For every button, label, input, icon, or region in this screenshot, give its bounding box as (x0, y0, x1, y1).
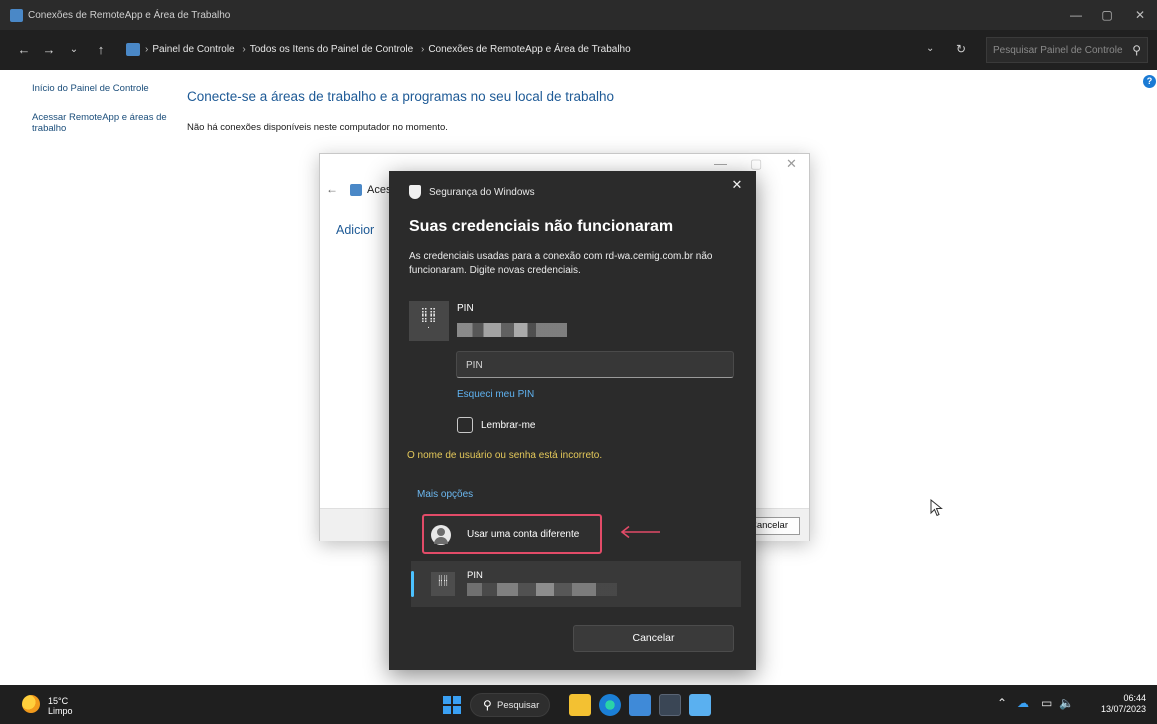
pin-keypad-icon: ⠿⠿ ⠿⠿ (431, 572, 455, 596)
pin-credential-tile: ⠿⠿ ⠿⠿ · (409, 301, 449, 341)
weather-condition: Limpo (48, 706, 73, 716)
windows-security-dialog: Segurança do Windows ✕ Suas credenciais … (389, 171, 756, 670)
search-input[interactable]: Pesquisar Painel de Controle ⚲ (986, 37, 1148, 63)
taskbar-search-button[interactable]: ⚲ Pesquisar (470, 693, 550, 717)
dialog-app-title: Segurança do Windows (429, 187, 535, 198)
sidebar-link-access-remoteapp[interactable]: Acessar RemoteApp e áreas de trabalho (32, 112, 172, 134)
error-message: O nome de usuário ou senha está incorret… (407, 450, 603, 461)
address-dropdown-chevron-icon[interactable]: ⌄ (926, 43, 934, 54)
weather-moon-icon[interactable] (22, 695, 40, 713)
up-arrow-icon[interactable]: ↑ (93, 42, 109, 58)
terminal-icon[interactable] (659, 694, 681, 716)
back-arrow-icon[interactable]: ← (16, 42, 32, 58)
search-placeholder: Pesquisar Painel de Controle (993, 45, 1123, 56)
recent-locations-chevron-icon[interactable]: ⌄ (66, 42, 82, 58)
sidebar-link-home[interactable]: Início do Painel de Controle (32, 83, 172, 94)
no-connections-text: Não há conexões disponíveis neste comput… (187, 122, 448, 133)
mouse-cursor-icon (930, 499, 943, 517)
redacted-username (457, 323, 567, 337)
pin-placeholder: PIN (466, 360, 483, 371)
dialog-close-icon[interactable]: ✕ (729, 177, 745, 193)
search-icon[interactable]: ⚲ (1132, 43, 1141, 57)
wizard-add-text: Adicior (336, 223, 375, 237)
address-bar: ← → ⌄ ↑ › Painel de Controle › Todos os It… (0, 30, 1157, 70)
weather-widget[interactable]: 15°C Limpo (48, 696, 73, 716)
taskbar-search-label: Pesquisar (497, 700, 540, 711)
remember-me-label[interactable]: Lembrar-me (481, 420, 535, 431)
breadcrumb-trail: › Painel de Controle › Todos os Itens do P… (145, 44, 631, 55)
breadcrumb-item-remoteapp[interactable]: Conexões de RemoteApp e Área de Trabalho (428, 44, 630, 55)
help-icon[interactable]: ? (1143, 75, 1156, 88)
edge-browser-icon[interactable] (599, 694, 621, 716)
pin-keypad-icon: ⠿⠿ ⠿⠿ · (420, 308, 438, 333)
control-panel-app-icon (10, 9, 23, 22)
dialog-heading: Suas credenciais não funcionaram (409, 218, 674, 235)
breadcrumb-item-all-items[interactable]: Todos os Itens do Painel de Controle (250, 44, 413, 55)
clock-date: 13/07/2023 (1100, 704, 1146, 714)
breadcrumb-item-control-panel[interactable]: Painel de Controle (152, 44, 234, 55)
alt-credential-label: PIN (467, 570, 483, 581)
minimize-button[interactable]: — (1062, 6, 1090, 24)
show-hidden-icons-chevron-icon[interactable]: ⌃ (997, 696, 1007, 710)
control-panel-icon (126, 43, 140, 56)
use-different-account-button[interactable]: Usar uma conta diferente (422, 514, 602, 554)
credential-type-label: PIN (457, 303, 474, 314)
breadcrumb[interactable]: › Painel de Controle › Todos os Itens do P… (122, 36, 976, 64)
forward-arrow-icon[interactable]: → (41, 42, 57, 58)
volume-icon[interactable]: 🔈 (1059, 696, 1074, 710)
file-explorer-icon[interactable] (569, 694, 591, 716)
refresh-icon[interactable]: ↻ (956, 42, 966, 56)
alt-pin-credential-option[interactable]: ⠿⠿ ⠿⠿ PIN (411, 561, 741, 607)
dialog-message: As credenciais usadas para a conexão com… (409, 251, 713, 276)
start-button-windows-icon[interactable] (443, 696, 461, 714)
red-arrow-annotation (620, 525, 660, 539)
clock-time: 06:44 (1123, 693, 1146, 703)
clock[interactable]: 06:44 13/07/2023 (1096, 693, 1146, 715)
pin-input[interactable]: PIN (456, 351, 734, 378)
maximize-button[interactable]: ▢ (1093, 6, 1121, 24)
window-title-bar: Conexões de RemoteApp e Área de Trabalho… (0, 0, 1157, 30)
wizard-close-button[interactable]: ✕ (786, 156, 797, 172)
temperature: 15°C (48, 696, 69, 706)
wizard-minimize-button[interactable]: — (714, 156, 727, 171)
more-options-link[interactable]: Mais opções (417, 489, 473, 500)
window-title: Conexões de RemoteApp e Área de Trabalho (28, 10, 231, 21)
search-icon: ⚲ (483, 698, 492, 712)
wizard-back-arrow-icon[interactable]: ← (326, 182, 338, 196)
user-avatar-icon (431, 525, 451, 545)
network-icon[interactable]: ▭ (1041, 696, 1052, 710)
remote-desktop-icon[interactable] (689, 694, 711, 716)
wizard-maximize-button: ▢ (750, 156, 763, 171)
forgot-pin-link[interactable]: Esqueci meu PIN (457, 389, 534, 400)
use-different-account-label: Usar uma conta diferente (467, 529, 580, 540)
onedrive-cloud-icon[interactable]: ☁ (1017, 696, 1029, 710)
taskbar: 15°C Limpo ⚲ Pesquisar ⌃ ☁ ▭ 🔈 06:44 13/… (0, 685, 1157, 724)
store-icon[interactable] (629, 694, 651, 716)
cancel-button[interactable]: Cancelar (573, 625, 734, 652)
remoteapp-icon (350, 184, 362, 196)
page-heading: Conecte-se a áreas de trabalho e a progr… (187, 89, 615, 104)
remember-me-checkbox[interactable] (457, 417, 473, 433)
selection-indicator (411, 571, 414, 597)
close-button[interactable]: ✕ (1126, 6, 1154, 24)
shield-icon (409, 185, 421, 199)
redacted-alt-username (467, 583, 617, 596)
